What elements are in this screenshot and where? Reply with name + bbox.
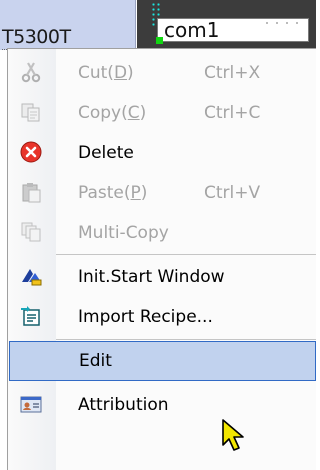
menu-item-label: Copy(C) (78, 103, 147, 123)
menu-item-cut[interactable]: Cut(D) Ctrl+X (8, 53, 316, 93)
menu-item-label: Cut(D) (78, 63, 134, 83)
menu-item-label: Multi-Copy (78, 223, 169, 243)
menu-item-delete[interactable]: Delete (8, 133, 316, 173)
menu-item-attribution[interactable]: Attribution (8, 385, 316, 425)
scissors-icon (20, 61, 42, 83)
menu-item-init-start-window[interactable]: Init.Start Window (8, 257, 316, 297)
port-label-box: com1 (157, 18, 309, 42)
menu-item-copy[interactable]: Copy(C) Ctrl+C (8, 93, 316, 133)
menu-item-shortcut: Ctrl+C (204, 103, 261, 123)
menu-item-label: Init.Start Window (78, 267, 225, 287)
port-label-text: com1 (164, 18, 220, 42)
attribution-icon (20, 393, 42, 415)
menu-item-label: Edit (79, 351, 112, 371)
tab-strip: T5300T com1 (0, 0, 316, 50)
copy-icon (20, 101, 42, 123)
paste-icon (20, 181, 42, 203)
menu-item-label: Delete (78, 143, 134, 163)
menu-item-paste[interactable]: Paste(P) Ctrl+V (8, 173, 316, 213)
menu-item-import-recipe[interactable]: Import Recipe... (8, 297, 316, 337)
menu-separator (56, 254, 316, 255)
mouse-cursor-icon (222, 419, 244, 451)
delete-icon (20, 141, 42, 163)
menu-separator (56, 339, 316, 340)
status-indicator-icon (156, 37, 163, 44)
tab-device-label: T5300T (2, 26, 71, 50)
menu-item-label: Import Recipe... (78, 307, 213, 327)
menu-item-shortcut: Ctrl+V (204, 183, 261, 203)
context-menu: Cut(D) Ctrl+X Copy(C) Ctrl+C Delete Past… (7, 48, 316, 470)
tab-port[interactable]: com1 (137, 0, 316, 50)
import-recipe-icon (20, 305, 42, 327)
init-window-icon (20, 265, 42, 287)
menu-item-label: Paste(P) (78, 183, 148, 203)
menu-item-multi-copy[interactable]: Multi-Copy (8, 213, 316, 253)
multi-copy-icon (20, 221, 42, 243)
menu-item-shortcut: Ctrl+X (204, 63, 261, 83)
menu-item-edit[interactable]: Edit (9, 341, 316, 381)
menu-item-label: Attribution (78, 395, 169, 415)
tab-device[interactable]: T5300T (0, 0, 136, 50)
